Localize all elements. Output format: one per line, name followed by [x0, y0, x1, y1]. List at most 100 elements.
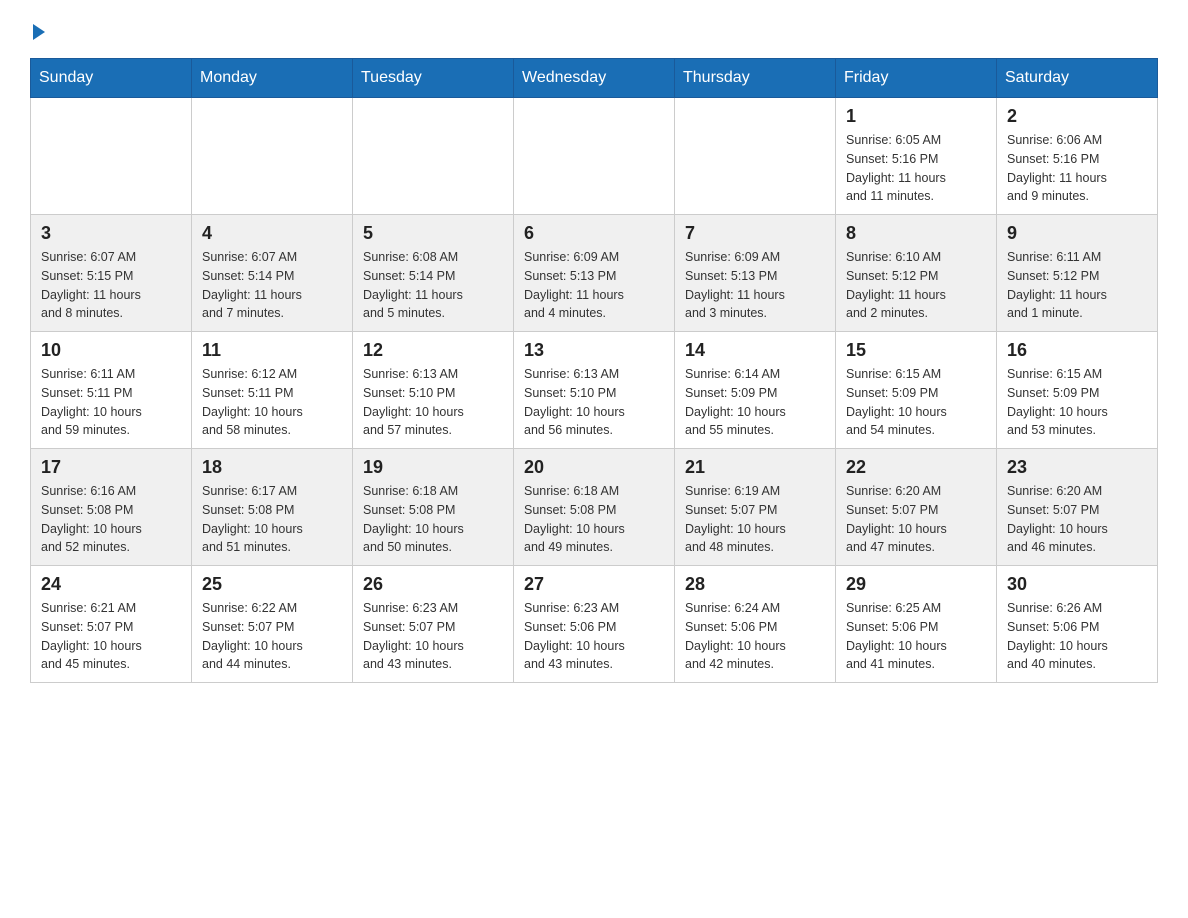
- day-number: 26: [363, 574, 503, 595]
- day-info: Sunrise: 6:06 AMSunset: 5:16 PMDaylight:…: [1007, 131, 1147, 206]
- calendar-cell: 27 Sunrise: 6:23 AMSunset: 5:06 PMDayligh…: [514, 566, 675, 683]
- day-number: 4: [202, 223, 342, 244]
- day-info: Sunrise: 6:24 AMSunset: 5:06 PMDaylight:…: [685, 599, 825, 674]
- calendar-week-5: 24 Sunrise: 6:21 AMSunset: 5:07 PMDayligh…: [31, 566, 1158, 683]
- calendar-cell: 28 Sunrise: 6:24 AMSunset: 5:06 PMDayligh…: [675, 566, 836, 683]
- calendar-cell: 10 Sunrise: 6:11 AMSunset: 5:11 PMDayligh…: [31, 332, 192, 449]
- calendar-cell: 1Sunrise: 6:05 AMSunset: 5:16 PMDaylight…: [836, 98, 997, 215]
- day-number: 20: [524, 457, 664, 478]
- day-info: Sunrise: 6:14 AMSunset: 5:09 PMDaylight:…: [685, 365, 825, 440]
- calendar-cell: 14Sunrise: 6:14 AMSunset: 5:09 PMDayligh…: [675, 332, 836, 449]
- calendar-cell: 7 Sunrise: 6:09 AMSunset: 5:13 PMDaylight…: [675, 215, 836, 332]
- calendar-cell: 17 Sunrise: 6:16 AMSunset: 5:08 PMDayligh…: [31, 449, 192, 566]
- day-number: 3: [41, 223, 181, 244]
- logo-arrow-icon: [33, 24, 45, 40]
- calendar-header-thursday: Thursday: [675, 59, 836, 98]
- day-info: Sunrise: 6:18 AMSunset: 5:08 PMDaylight:…: [363, 482, 503, 557]
- calendar-cell: 29 Sunrise: 6:25 AMSunset: 5:06 PMDayligh…: [836, 566, 997, 683]
- calendar-cell: [353, 98, 514, 215]
- calendar-cell: [31, 98, 192, 215]
- calendar-cell: 18Sunrise: 6:17 AMSunset: 5:08 PMDayligh…: [192, 449, 353, 566]
- day-info: Sunrise: 6:20 AMSunset: 5:07 PMDaylight:…: [1007, 482, 1147, 557]
- day-info: Sunrise: 6:13 AMSunset: 5:10 PMDaylight:…: [363, 365, 503, 440]
- day-number: 1: [846, 106, 986, 127]
- day-info: Sunrise: 6:07 AMSunset: 5:14 PMDaylight:…: [202, 248, 342, 323]
- logo-text: [30, 20, 45, 40]
- day-number: 12: [363, 340, 503, 361]
- day-number: 29: [846, 574, 986, 595]
- day-number: 19: [363, 457, 503, 478]
- day-number: 21: [685, 457, 825, 478]
- day-info: Sunrise: 6:13 AMSunset: 5:10 PMDaylight:…: [524, 365, 664, 440]
- calendar-cell: 15 Sunrise: 6:15 AMSunset: 5:09 PMDayligh…: [836, 332, 997, 449]
- calendar-cell: 30 Sunrise: 6:26 AMSunset: 5:06 PMDayligh…: [997, 566, 1158, 683]
- day-info: Sunrise: 6:19 AMSunset: 5:07 PMDaylight:…: [685, 482, 825, 557]
- calendar-cell: 19 Sunrise: 6:18 AMSunset: 5:08 PMDayligh…: [353, 449, 514, 566]
- calendar-week-1: 1Sunrise: 6:05 AMSunset: 5:16 PMDaylight…: [31, 98, 1158, 215]
- calendar-cell: 22 Sunrise: 6:20 AMSunset: 5:07 PMDayligh…: [836, 449, 997, 566]
- logo: [30, 20, 45, 38]
- day-number: 2: [1007, 106, 1147, 127]
- calendar-cell: 24 Sunrise: 6:21 AMSunset: 5:07 PMDayligh…: [31, 566, 192, 683]
- calendar-header-monday: Monday: [192, 59, 353, 98]
- calendar-cell: 12 Sunrise: 6:13 AMSunset: 5:10 PMDayligh…: [353, 332, 514, 449]
- day-number: 9: [1007, 223, 1147, 244]
- day-info: Sunrise: 6:21 AMSunset: 5:07 PMDaylight:…: [41, 599, 181, 674]
- calendar-cell: 16 Sunrise: 6:15 AMSunset: 5:09 PMDayligh…: [997, 332, 1158, 449]
- day-number: 24: [41, 574, 181, 595]
- day-info: Sunrise: 6:11 AMSunset: 5:11 PMDaylight:…: [41, 365, 181, 440]
- day-info: Sunrise: 6:25 AMSunset: 5:06 PMDaylight:…: [846, 599, 986, 674]
- calendar-cell: 2 Sunrise: 6:06 AMSunset: 5:16 PMDaylight…: [997, 98, 1158, 215]
- calendar-cell: 6 Sunrise: 6:09 AMSunset: 5:13 PMDaylight…: [514, 215, 675, 332]
- day-info: Sunrise: 6:22 AMSunset: 5:07 PMDaylight:…: [202, 599, 342, 674]
- day-info: Sunrise: 6:07 AMSunset: 5:15 PMDaylight:…: [41, 248, 181, 323]
- day-info: Sunrise: 6:09 AMSunset: 5:13 PMDaylight:…: [685, 248, 825, 323]
- day-info: Sunrise: 6:15 AMSunset: 5:09 PMDaylight:…: [1007, 365, 1147, 440]
- day-info: Sunrise: 6:11 AMSunset: 5:12 PMDaylight:…: [1007, 248, 1147, 323]
- calendar-cell: [514, 98, 675, 215]
- day-number: 28: [685, 574, 825, 595]
- calendar-week-2: 3 Sunrise: 6:07 AMSunset: 5:15 PMDaylight…: [31, 215, 1158, 332]
- calendar-header-row: SundayMondayTuesdayWednesdayThursdayFrid…: [31, 59, 1158, 98]
- day-number: 11: [202, 340, 342, 361]
- calendar-cell: 26Sunrise: 6:23 AMSunset: 5:07 PMDayligh…: [353, 566, 514, 683]
- day-info: Sunrise: 6:18 AMSunset: 5:08 PMDaylight:…: [524, 482, 664, 557]
- calendar-cell: 21 Sunrise: 6:19 AMSunset: 5:07 PMDayligh…: [675, 449, 836, 566]
- day-info: Sunrise: 6:20 AMSunset: 5:07 PMDaylight:…: [846, 482, 986, 557]
- day-number: 6: [524, 223, 664, 244]
- calendar-cell: 23 Sunrise: 6:20 AMSunset: 5:07 PMDayligh…: [997, 449, 1158, 566]
- calendar-cell: 5Sunrise: 6:08 AMSunset: 5:14 PMDaylight…: [353, 215, 514, 332]
- day-info: Sunrise: 6:26 AMSunset: 5:06 PMDaylight:…: [1007, 599, 1147, 674]
- calendar-cell: 11 Sunrise: 6:12 AMSunset: 5:11 PMDayligh…: [192, 332, 353, 449]
- day-info: Sunrise: 6:17 AMSunset: 5:08 PMDaylight:…: [202, 482, 342, 557]
- calendar-cell: [675, 98, 836, 215]
- day-number: 22: [846, 457, 986, 478]
- page-header: [30, 20, 1158, 38]
- day-number: 10: [41, 340, 181, 361]
- calendar-cell: [192, 98, 353, 215]
- day-number: 5: [363, 223, 503, 244]
- day-info: Sunrise: 6:10 AMSunset: 5:12 PMDaylight:…: [846, 248, 986, 323]
- calendar-week-4: 17 Sunrise: 6:16 AMSunset: 5:08 PMDayligh…: [31, 449, 1158, 566]
- day-info: Sunrise: 6:09 AMSunset: 5:13 PMDaylight:…: [524, 248, 664, 323]
- day-number: 17: [41, 457, 181, 478]
- calendar-header-wednesday: Wednesday: [514, 59, 675, 98]
- day-info: Sunrise: 6:15 AMSunset: 5:09 PMDaylight:…: [846, 365, 986, 440]
- day-info: Sunrise: 6:16 AMSunset: 5:08 PMDaylight:…: [41, 482, 181, 557]
- day-number: 7: [685, 223, 825, 244]
- calendar-header-sunday: Sunday: [31, 59, 192, 98]
- day-number: 23: [1007, 457, 1147, 478]
- day-number: 15: [846, 340, 986, 361]
- calendar-cell: 13Sunrise: 6:13 AMSunset: 5:10 PMDayligh…: [514, 332, 675, 449]
- calendar-cell: 25Sunrise: 6:22 AMSunset: 5:07 PMDayligh…: [192, 566, 353, 683]
- calendar-cell: 9 Sunrise: 6:11 AMSunset: 5:12 PMDaylight…: [997, 215, 1158, 332]
- day-number: 30: [1007, 574, 1147, 595]
- day-number: 16: [1007, 340, 1147, 361]
- calendar-header-tuesday: Tuesday: [353, 59, 514, 98]
- day-info: Sunrise: 6:23 AMSunset: 5:06 PMDaylight:…: [524, 599, 664, 674]
- calendar-header-saturday: Saturday: [997, 59, 1158, 98]
- day-number: 27: [524, 574, 664, 595]
- calendar-cell: 4 Sunrise: 6:07 AMSunset: 5:14 PMDaylight…: [192, 215, 353, 332]
- day-info: Sunrise: 6:12 AMSunset: 5:11 PMDaylight:…: [202, 365, 342, 440]
- calendar-cell: 8Sunrise: 6:10 AMSunset: 5:12 PMDaylight…: [836, 215, 997, 332]
